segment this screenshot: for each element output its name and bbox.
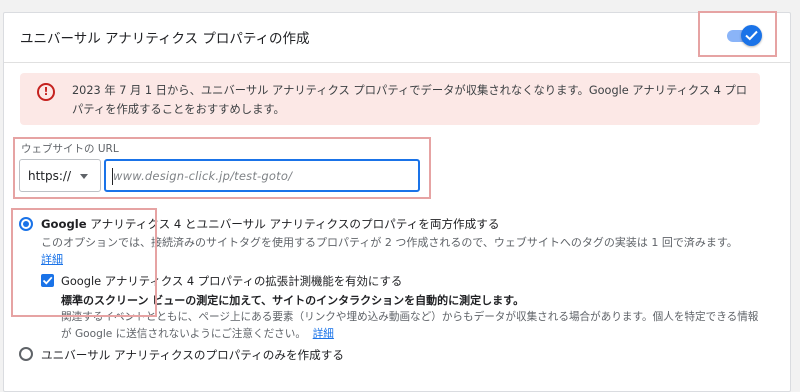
enhanced-measurement-note: 関連するイベントとともに、ページ上にある要素（リンクや埋め込み動画など）からもデ…: [61, 309, 761, 343]
radio-ua-only[interactable]: [19, 347, 33, 361]
website-url-value: www.design-click.jp/test-goto/: [113, 169, 293, 183]
radio-both-properties[interactable]: [19, 217, 33, 231]
protocol-select[interactable]: https://: [19, 159, 101, 192]
ua-toggle[interactable]: [741, 25, 762, 46]
alert-text: 2023 年 7 月 1 日から、ユニバーサル アナリティクス プロパティでデー…: [72, 84, 748, 116]
website-url-input[interactable]: www.design-click.jp/test-goto/: [104, 159, 420, 192]
check-icon: [745, 30, 758, 41]
enhanced-measurement-title[interactable]: Google アナリティクス 4 プロパティの拡張計測機能を有効にする: [61, 273, 402, 289]
learn-more-link[interactable]: 詳細: [41, 251, 63, 267]
protocol-value: https://: [28, 169, 72, 183]
option-both-title-brand: Google: [41, 217, 87, 231]
section-title: ユニバーサル アナリティクス プロパティの作成: [20, 31, 310, 47]
url-label: ウェブサイトの URL: [21, 143, 119, 155]
option-both-description: このオプションでは、接続済みのサイトタグを使用するプロパティが 2 つ作成される…: [41, 236, 738, 249]
enhanced-measurement-learn-more-link[interactable]: 詳細: [313, 328, 334, 340]
url-field-group: ウェブサイトの URL https:// www.design-click.jp…: [13, 137, 431, 199]
alert-circle-icon: !: [37, 83, 55, 101]
divider: [4, 62, 790, 63]
deprecation-alert: ! 2023 年 7 月 1 日から、ユニバーサル アナリティクス プロパティで…: [20, 73, 760, 125]
chevron-down-icon: [80, 174, 88, 179]
option-ua-only-title[interactable]: ユニバーサル アナリティクスのプロパティのみを作成する: [41, 347, 344, 363]
option-both-title-rest: アナリティクス 4 とユニバーサル アナリティクスのプロパティを両方作成する: [86, 217, 500, 231]
option-both-title[interactable]: Google アナリティクス 4 とユニバーサル アナリティクスのプロパティを両…: [41, 216, 499, 232]
enhanced-measurement-checkbox[interactable]: [41, 274, 54, 287]
enhanced-measurement-note-text: 関連するイベントとともに、ページ上にある要素（リンクや埋め込み動画など）からもデ…: [61, 311, 759, 340]
toggle-highlight-box: [698, 11, 777, 57]
enhanced-measurement-summary: 標準のスクリーン ビューの測定に加えて、サイトのインタラクションを自動的に測定し…: [61, 294, 525, 307]
checkmark-icon: [42, 276, 53, 285]
